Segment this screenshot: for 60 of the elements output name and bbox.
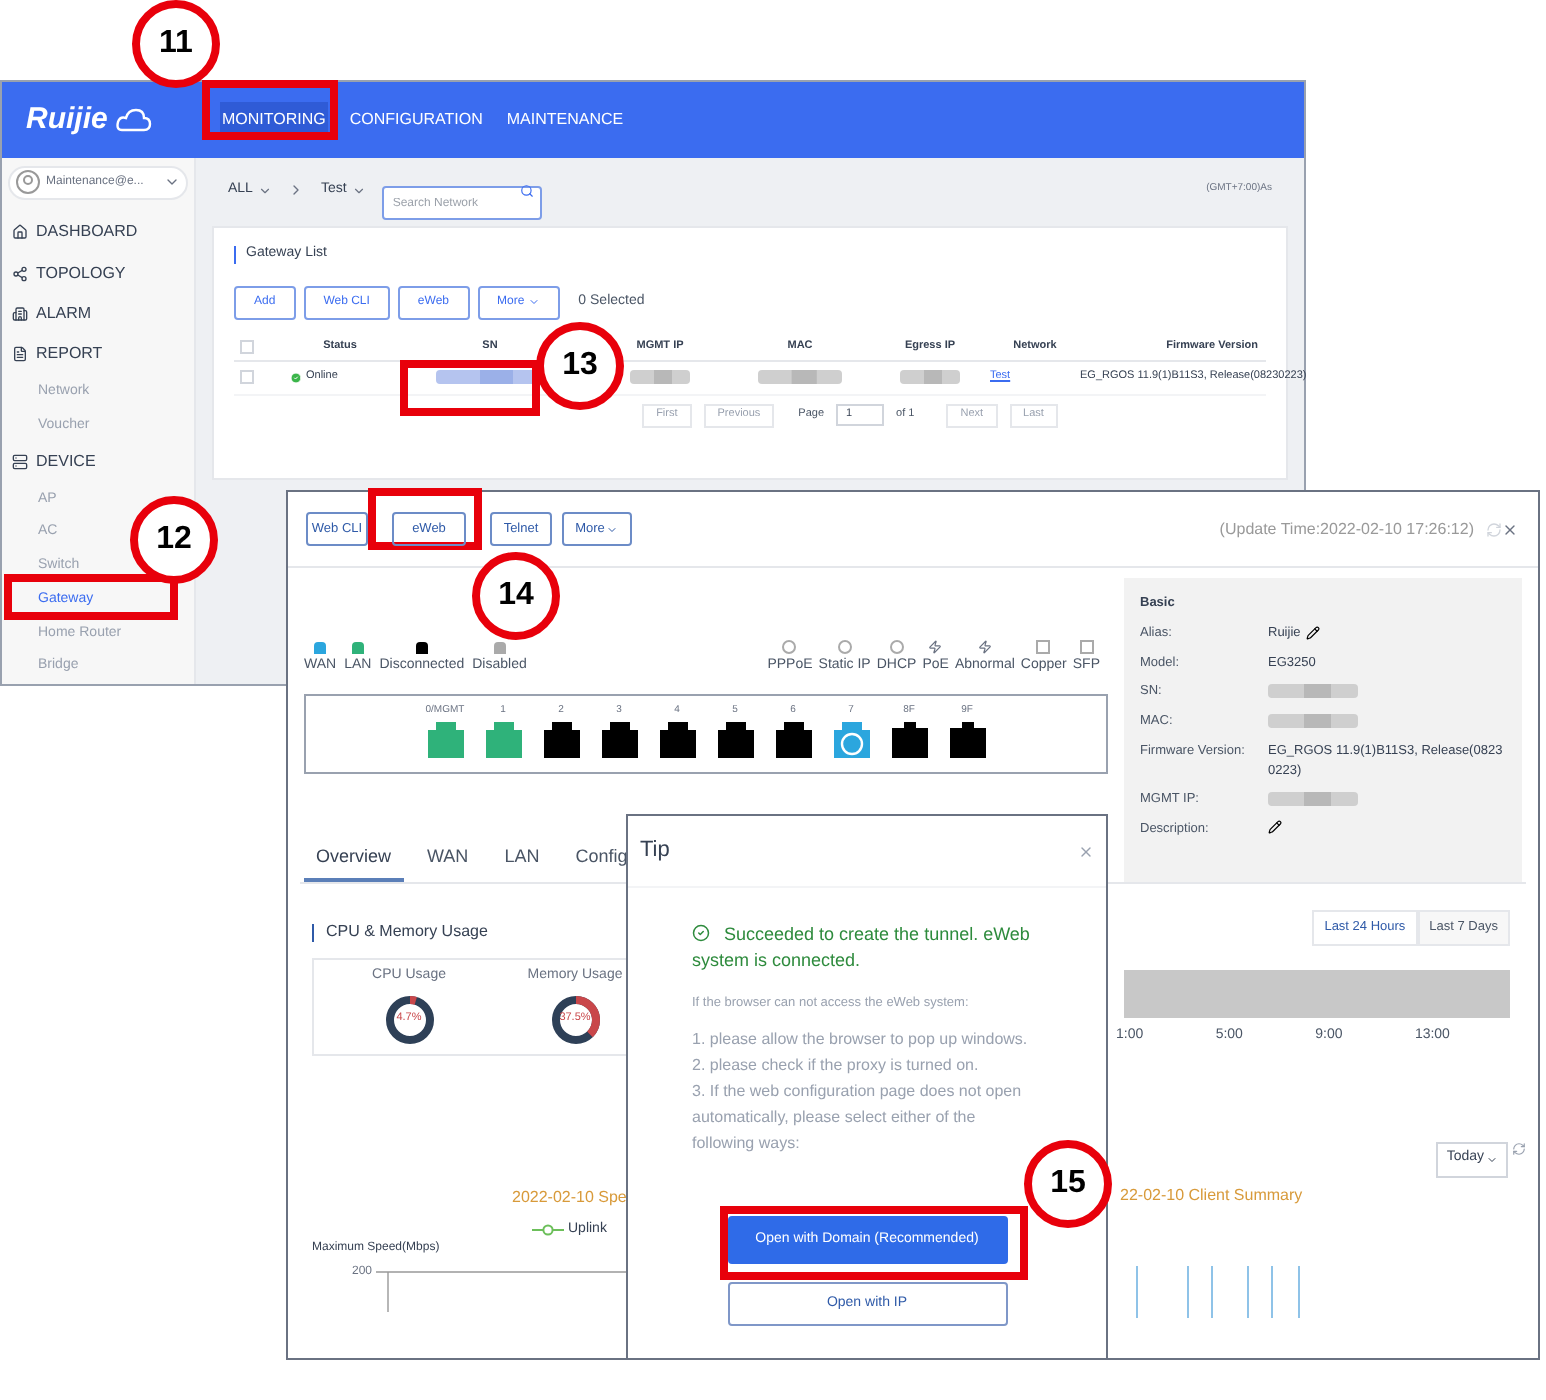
lightning-icon: [928, 640, 943, 654]
caret-icon: [1486, 1153, 1498, 1165]
cloud-icon: [115, 108, 152, 132]
chart-title: 2022-02-10 Spe: [512, 1186, 627, 1210]
port-icon[interactable]: [659, 721, 695, 757]
port-icon[interactable]: [543, 721, 579, 757]
chevron-icon: [258, 183, 273, 197]
section-title: CPU & Memory Usage: [326, 920, 488, 944]
blurred-value-icon: [758, 368, 842, 386]
sidebar-item[interactable]: TOPOLOGY: [2, 252, 194, 294]
search-icon: [520, 183, 535, 197]
nav-tab[interactable]: MAINTENANCE: [504, 102, 626, 138]
menu-icon: [12, 454, 28, 471]
callout-badge: 11: [132, 0, 220, 88]
port-icon[interactable]: [717, 721, 753, 757]
tab[interactable]: LAN: [492, 843, 552, 882]
menu-icon: [12, 265, 28, 282]
menu-icon: [12, 224, 28, 241]
avatar-icon: [16, 170, 40, 195]
sidebar-item[interactable]: ALARM: [2, 293, 194, 335]
blurred-value-icon: [1268, 682, 1358, 701]
caret-icon: [606, 523, 619, 535]
port-icon[interactable]: [601, 721, 637, 757]
logo: Ruijie: [26, 99, 108, 140]
port-icon[interactable]: [949, 721, 985, 757]
blurred-value-icon: [1268, 790, 1358, 809]
chart-title: 22-02-10 Client Summary: [1120, 1183, 1303, 1207]
legend-line-icon: [532, 1224, 564, 1237]
success-message: Succeeded to create the tunnel. eWeb system is connected.: [692, 922, 1032, 974]
blurred-value-icon: [630, 368, 690, 386]
blurred-value-icon: [1268, 712, 1358, 730]
update-time: (Update Time:2022-02-10 17:26:12): [1219, 517, 1474, 541]
menu-icon: [12, 346, 28, 363]
highlight-frame: [202, 80, 338, 140]
online-icon: [290, 371, 302, 383]
menu-icon: [12, 306, 28, 322]
highlight-frame: [368, 488, 482, 550]
port-icon[interactable]: [775, 721, 811, 757]
caret-icon: [528, 296, 541, 308]
nav-tab[interactable]: CONFIGURATION: [347, 102, 485, 138]
lightning-icon: [977, 640, 992, 654]
step-text: 1. please allow the browser to pop up windows.: [692, 1027, 1030, 1052]
edit-icon[interactable]: [1268, 820, 1282, 834]
sidebar-item[interactable]: DASHBOARD: [2, 211, 194, 253]
tab[interactable]: WAN: [415, 843, 481, 882]
step-text: 2. please check if the proxy is turned on.: [692, 1053, 981, 1078]
chevron-icon: [352, 183, 367, 197]
close-icon[interactable]: [1502, 521, 1518, 537]
row-checkbox[interactable]: [240, 370, 254, 384]
dialog-title: Tip: [640, 836, 670, 867]
close-icon[interactable]: [1078, 843, 1094, 859]
refresh-icon[interactable]: [1512, 1141, 1526, 1155]
header-checkbox[interactable]: [240, 340, 254, 354]
edit-icon[interactable]: [1306, 626, 1321, 641]
sidebar-item[interactable]: DEVICE: [2, 442, 194, 484]
success-icon: [692, 924, 710, 943]
port-icon[interactable]: [891, 721, 927, 757]
step-text: 3. If the web configuration page does not open automatically, please select either of the following ways:: [692, 1079, 1024, 1156]
blurred-value-icon: [900, 368, 960, 386]
sidebar-item[interactable]: REPORT: [2, 334, 194, 376]
